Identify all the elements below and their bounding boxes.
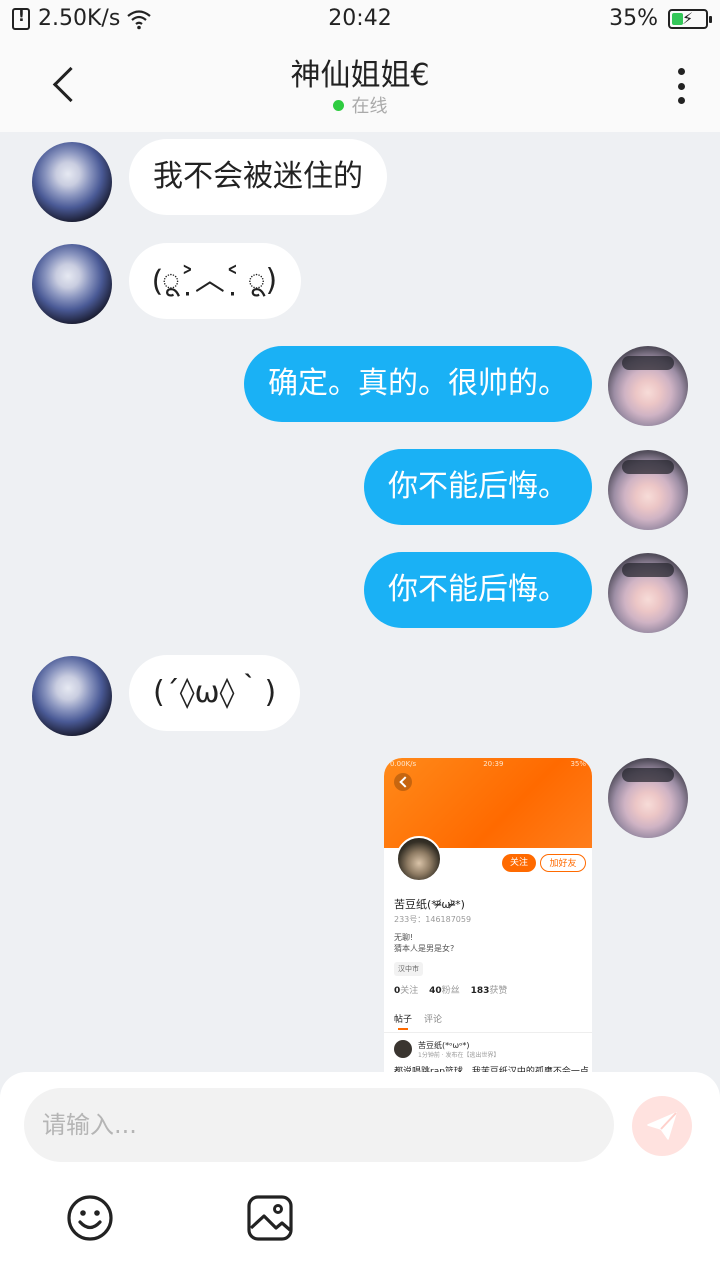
message-input[interactable] [24,1088,614,1162]
screenshot-bio-line: 猜本人是男是女? [394,944,455,953]
message-bubble[interactable]: 你不能后悔。 [364,552,592,628]
screenshot-profile-avatar [396,836,442,882]
message-bubble[interactable]: (´◊ω◊｀) [129,655,301,731]
message-bubble[interactable]: 你不能后悔。 [364,449,592,525]
my-avatar[interactable] [608,450,688,530]
status-bar: 2.50K/s 20:42 35% ⚡ [0,0,720,38]
chat-title: 神仙姐姐€ [290,58,430,93]
image-icon [247,1195,293,1241]
message-bubble[interactable]: (ू˃̣̣̣̣̣̣︿˂̣̣̣̣̣̣ ू) [129,243,302,319]
emoji-icon [67,1195,113,1241]
profile-header-banner: 0.00K/s 20:39 35% [384,758,592,848]
screenshot-stats: 0关注 40粉丝 183获赞 [394,986,508,996]
send-button[interactable] [632,1096,692,1156]
screenshot-location-tag: 汉中市 [394,962,423,976]
screenshot-follow-button: 关注 [502,854,536,872]
screenshot-back-icon [394,773,412,791]
my-avatar[interactable] [608,758,688,838]
screenshot-post-meta: 1分钟前 · 发布在【逃出世界】 [418,1052,500,1059]
screenshot-post-text: 都说唱跳rap篮球，我苦豆纸汉中的孤鹰不会一点 [394,1067,589,1072]
online-status: 在线 [0,92,720,118]
screenshot-add-friend-button: 加好友 [540,854,586,872]
screenshot-profile-id: 233号：146187059 [394,915,472,924]
screenshot-bio-line: 无聊! [394,933,414,942]
screenshot-profile-name: 苦豆纸(*ᵒ̴̶̷᷄ωᵒ̴̶̷᷅*) [394,898,465,911]
online-status-label: 在线 [351,96,388,117]
more-vertical-icon [677,68,685,75]
screenshot-post-avatar [394,1040,412,1058]
my-avatar[interactable] [608,553,688,633]
image-message[interactable]: 0.00K/s 20:39 35% 关注 加好友 苦豆纸(*ᵒ̴̶̷᷄ωᵒ̴̶̷… [384,758,592,1072]
status-right: 35% ⚡ [609,6,712,31]
emoji-button[interactable] [64,1192,116,1244]
contact-avatar[interactable] [32,656,112,736]
image-button[interactable] [244,1192,296,1244]
online-dot-icon [332,100,344,111]
screenshot-tabs: 帖子 评论 [394,1015,443,1025]
message-bubble[interactable]: 确定。真的。很帅的。 [244,346,592,422]
message-bubble[interactable]: 我不会被迷住的 [129,139,387,215]
contact-avatar[interactable] [32,244,112,324]
screenshot-tab-indicator [398,1028,408,1030]
send-icon [647,1112,677,1140]
charging-bolt-icon: ⚡ [682,8,694,28]
chat-header: 神仙姐姐€ 在线 [0,38,720,132]
screenshot-divider [384,1032,592,1033]
screenshot-status-bar: 0.00K/s 20:39 35% [390,760,586,768]
more-options-button[interactable] [668,64,694,108]
battery-percent: 35% [609,6,658,31]
input-panel [0,1072,720,1280]
battery-icon: ⚡ [668,8,712,29]
my-avatar[interactable] [608,346,688,426]
contact-avatar[interactable] [32,142,112,222]
